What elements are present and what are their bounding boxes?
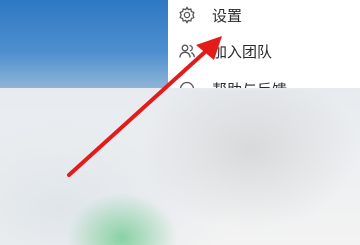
background-blur (140, 90, 360, 245)
menu-item-join-team[interactable]: 加入团队 (168, 36, 360, 66)
menu-item-label: 帮助与反馈 (212, 79, 287, 89)
dropdown-menu: 设置 加入团队 帮助与反馈 (168, 0, 360, 88)
menu-item-settings[interactable]: 设置 (168, 0, 360, 30)
menu-item-label: 加入团队 (212, 42, 273, 61)
menu-item-label: 设置 (212, 6, 243, 25)
help-icon (178, 80, 196, 88)
menu-item-help-feedback[interactable]: 帮助与反馈 (168, 74, 360, 88)
gear-icon (178, 6, 196, 24)
people-icon (178, 42, 196, 60)
